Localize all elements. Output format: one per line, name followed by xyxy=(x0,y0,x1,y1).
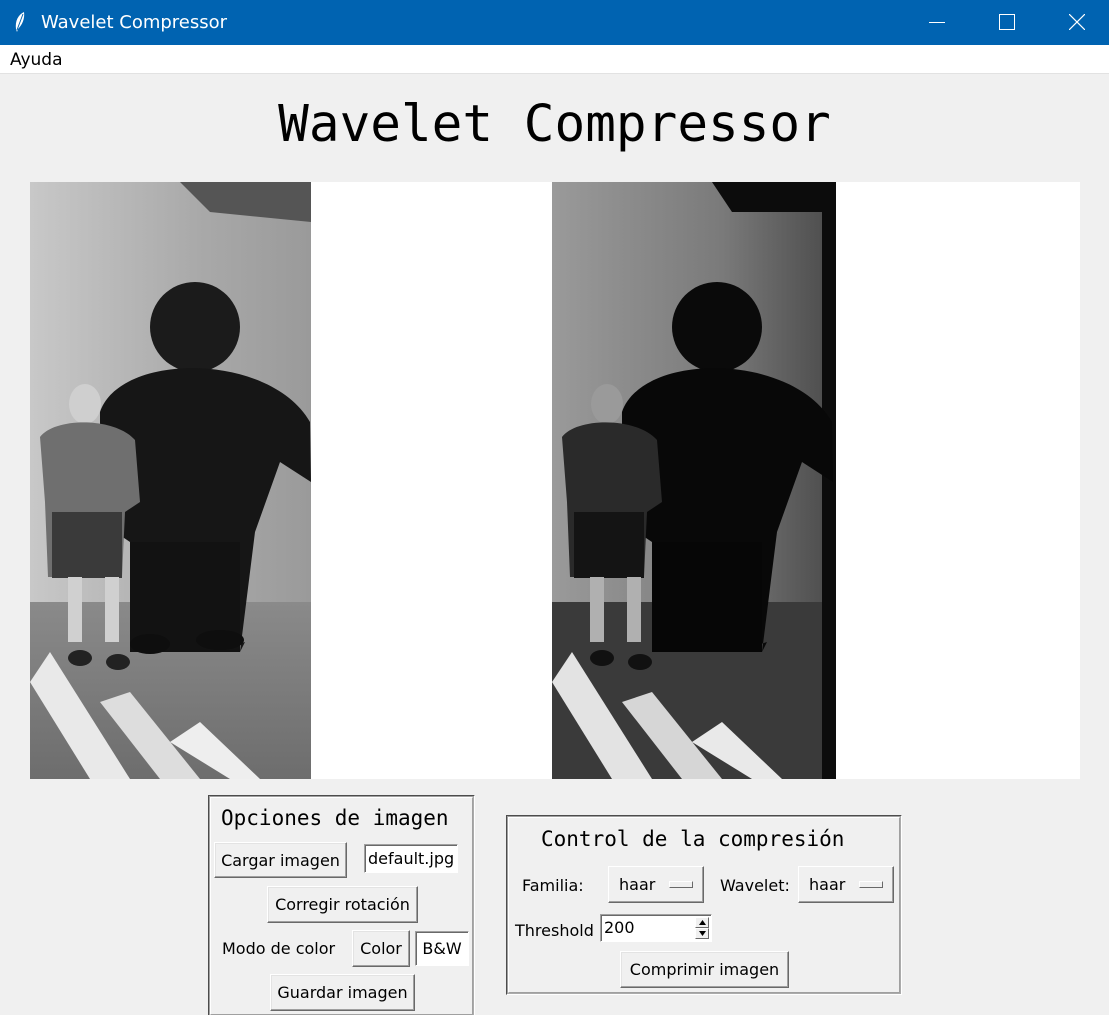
minimize-button[interactable] xyxy=(914,0,960,45)
dropdown-indicator-icon xyxy=(669,881,693,888)
menu-bar: Ayuda xyxy=(0,45,1109,74)
compressed-image-canvas xyxy=(552,182,1080,779)
spinbox-arrows xyxy=(695,917,709,939)
color-mode-color-button[interactable]: Color xyxy=(352,930,410,967)
filename-field[interactable]: default.jpg xyxy=(364,844,458,873)
family-dropdown-value: haar xyxy=(619,875,656,894)
app-heading: Wavelet Compressor xyxy=(278,95,831,154)
rotate-image-button[interactable]: Corregir rotación xyxy=(267,886,418,923)
wavelet-dropdown[interactable]: haar xyxy=(798,866,894,903)
load-image-button[interactable]: Cargar imagen xyxy=(214,842,347,878)
image-options-group: Opciones de imagen Cargar imagen default… xyxy=(208,795,475,1015)
spin-down-arrow-icon[interactable] xyxy=(695,928,709,939)
compressed-image xyxy=(552,182,836,779)
spin-up-arrow-icon[interactable] xyxy=(695,917,709,928)
wavelet-label: Wavelet: xyxy=(720,876,790,895)
image-options-title: Opciones de imagen xyxy=(221,806,449,830)
menu-item-ayuda[interactable]: Ayuda xyxy=(10,50,63,70)
save-image-button[interactable]: Guardar imagen xyxy=(270,974,415,1011)
compress-image-button[interactable]: Comprimir imagen xyxy=(620,951,789,988)
threshold-value: 200 xyxy=(604,918,635,937)
wavelet-dropdown-value: haar xyxy=(809,875,846,894)
feather-icon xyxy=(12,11,28,33)
threshold-spinbox[interactable]: 200 xyxy=(600,914,712,942)
title-bar: Wavelet Compressor xyxy=(0,0,1109,45)
dropdown-indicator-icon xyxy=(859,881,883,888)
maximize-button[interactable] xyxy=(984,0,1030,45)
family-label: Familia: xyxy=(522,876,584,895)
close-button[interactable] xyxy=(1054,0,1100,45)
compression-control-title: Control de la compresión xyxy=(541,827,845,851)
compression-control-group: Control de la compresión Familia: haar W… xyxy=(506,815,902,995)
window-title: Wavelet Compressor xyxy=(41,12,228,33)
color-mode-bw-button[interactable]: B&W xyxy=(415,931,469,966)
color-mode-label: Modo de color xyxy=(222,939,336,958)
original-image-canvas xyxy=(30,182,552,779)
family-dropdown[interactable]: haar xyxy=(608,866,704,903)
original-image xyxy=(30,182,311,779)
threshold-label: Threshold xyxy=(515,921,594,940)
